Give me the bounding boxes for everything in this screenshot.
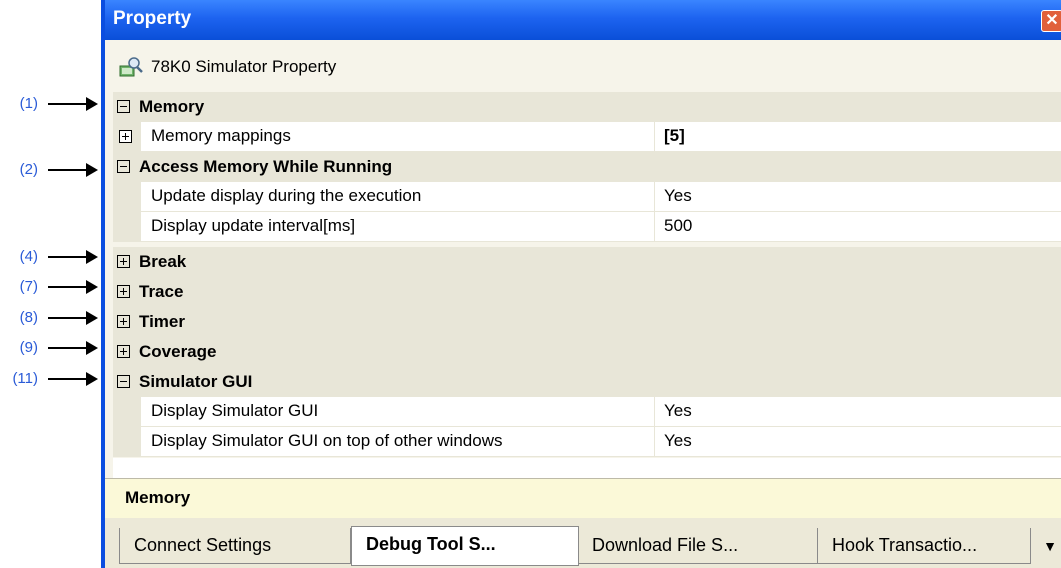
property-row-update-interval[interactable]: Display update interval[ms] 500	[113, 212, 1061, 242]
tab-hook-transaction[interactable]: Hook Transactio...	[817, 528, 1031, 564]
arrow-shaft	[48, 169, 88, 171]
annotation-label: (4)	[19, 248, 38, 265]
property-name: Display Simulator GUI	[141, 397, 655, 427]
category-break[interactable]: Break	[113, 247, 1061, 277]
property-header: 78K0 Simulator Property	[105, 40, 1061, 92]
property-name: Memory mappings	[141, 122, 655, 152]
annotation-label: (7)	[19, 278, 38, 295]
arrow-shaft	[48, 103, 88, 105]
arrow-right-icon	[86, 341, 98, 355]
collapse-icon[interactable]	[117, 160, 130, 173]
tab-connect-settings[interactable]: Connect Settings	[119, 528, 351, 564]
expand-icon[interactable]	[117, 255, 130, 268]
simulator-property-icon	[119, 57, 143, 77]
close-icon[interactable]: ✕	[1041, 10, 1061, 32]
window-title: Property	[113, 8, 192, 29]
arrow-shaft	[48, 286, 88, 288]
collapse-icon[interactable]	[117, 100, 130, 113]
category-simulator-gui[interactable]: Simulator GUI	[113, 367, 1061, 397]
property-row-update-display[interactable]: Update display during the execution Yes	[113, 182, 1061, 212]
annotation-7: (7)	[0, 277, 100, 297]
arrow-shaft	[48, 378, 88, 380]
property-value[interactable]: [5]	[655, 122, 1061, 152]
tab-strip: Connect Settings Download File S... Hook…	[105, 518, 1061, 568]
tab-debug-tool-settings[interactable]: Debug Tool S...	[351, 526, 579, 566]
annotation-label: (8)	[19, 309, 38, 326]
category-label: Simulator GUI	[139, 372, 253, 391]
annotation-2: (2)	[0, 160, 100, 180]
annotation-label: (11)	[12, 370, 38, 387]
property-name: Update display during the execution	[141, 182, 655, 212]
property-name: Display Simulator GUI on top of other wi…	[141, 427, 655, 457]
annotation-8: (8)	[0, 308, 100, 328]
arrow-right-icon	[86, 163, 98, 177]
property-row-display-simulator-gui[interactable]: Display Simulator GUI Yes	[113, 397, 1061, 427]
property-row-gui-on-top[interactable]: Display Simulator GUI on top of other wi…	[113, 427, 1061, 457]
collapse-icon[interactable]	[117, 375, 130, 388]
description-panel: Memory	[105, 478, 1061, 519]
arrow-right-icon	[86, 311, 98, 325]
expand-icon[interactable]	[119, 130, 132, 143]
grid-empty-area	[113, 458, 1061, 478]
tab-list-dropdown-icon[interactable]: ▼	[1043, 538, 1057, 554]
annotation-4: (4)	[0, 247, 100, 267]
property-window: Property ✕ 78K0 Simulator Property Memor…	[101, 0, 1061, 568]
property-value[interactable]: Yes	[655, 182, 1061, 212]
category-label: Timer	[139, 312, 185, 331]
annotation-label: (9)	[19, 339, 38, 356]
expand-icon[interactable]	[117, 345, 130, 358]
arrow-right-icon	[86, 97, 98, 111]
arrow-shaft	[48, 347, 88, 349]
arrow-right-icon	[86, 250, 98, 264]
annotation-11: (11)	[0, 369, 100, 389]
category-label: Break	[139, 252, 187, 271]
category-label: Coverage	[139, 342, 217, 361]
property-value[interactable]: Yes	[655, 397, 1061, 427]
annotation-9: (9)	[0, 338, 100, 358]
category-access-memory-while-running[interactable]: Access Memory While Running	[113, 152, 1061, 182]
expand-icon[interactable]	[117, 315, 130, 328]
property-row-memory-mappings[interactable]: Memory mappings [5]	[113, 122, 1061, 152]
arrow-shaft	[48, 256, 88, 258]
title-bar[interactable]: Property ✕	[105, 0, 1061, 40]
property-value[interactable]: Yes	[655, 427, 1061, 457]
category-label: Memory	[139, 97, 205, 116]
arrow-right-icon	[86, 372, 98, 386]
category-coverage[interactable]: Coverage	[113, 337, 1061, 367]
property-header-text: 78K0 Simulator Property	[151, 57, 337, 76]
category-memory[interactable]: Memory	[113, 92, 1061, 122]
annotation-1: (1)	[0, 94, 100, 114]
tab-download-file-settings[interactable]: Download File S...	[577, 528, 825, 564]
annotation-label: (2)	[19, 161, 38, 178]
description-text: Memory	[125, 488, 191, 507]
category-label: Access Memory While Running	[139, 157, 393, 176]
property-value[interactable]: 500	[655, 212, 1061, 242]
category-label: Trace	[139, 282, 184, 301]
arrow-shaft	[48, 317, 88, 319]
expand-icon[interactable]	[117, 285, 130, 298]
arrow-right-icon	[86, 280, 98, 294]
property-grid: Memory Memory mappings [5] Access Memory…	[113, 92, 1061, 458]
category-timer[interactable]: Timer	[113, 307, 1061, 337]
category-trace[interactable]: Trace	[113, 277, 1061, 307]
property-name: Display update interval[ms]	[141, 212, 655, 242]
annotation-label: (1)	[19, 95, 38, 112]
